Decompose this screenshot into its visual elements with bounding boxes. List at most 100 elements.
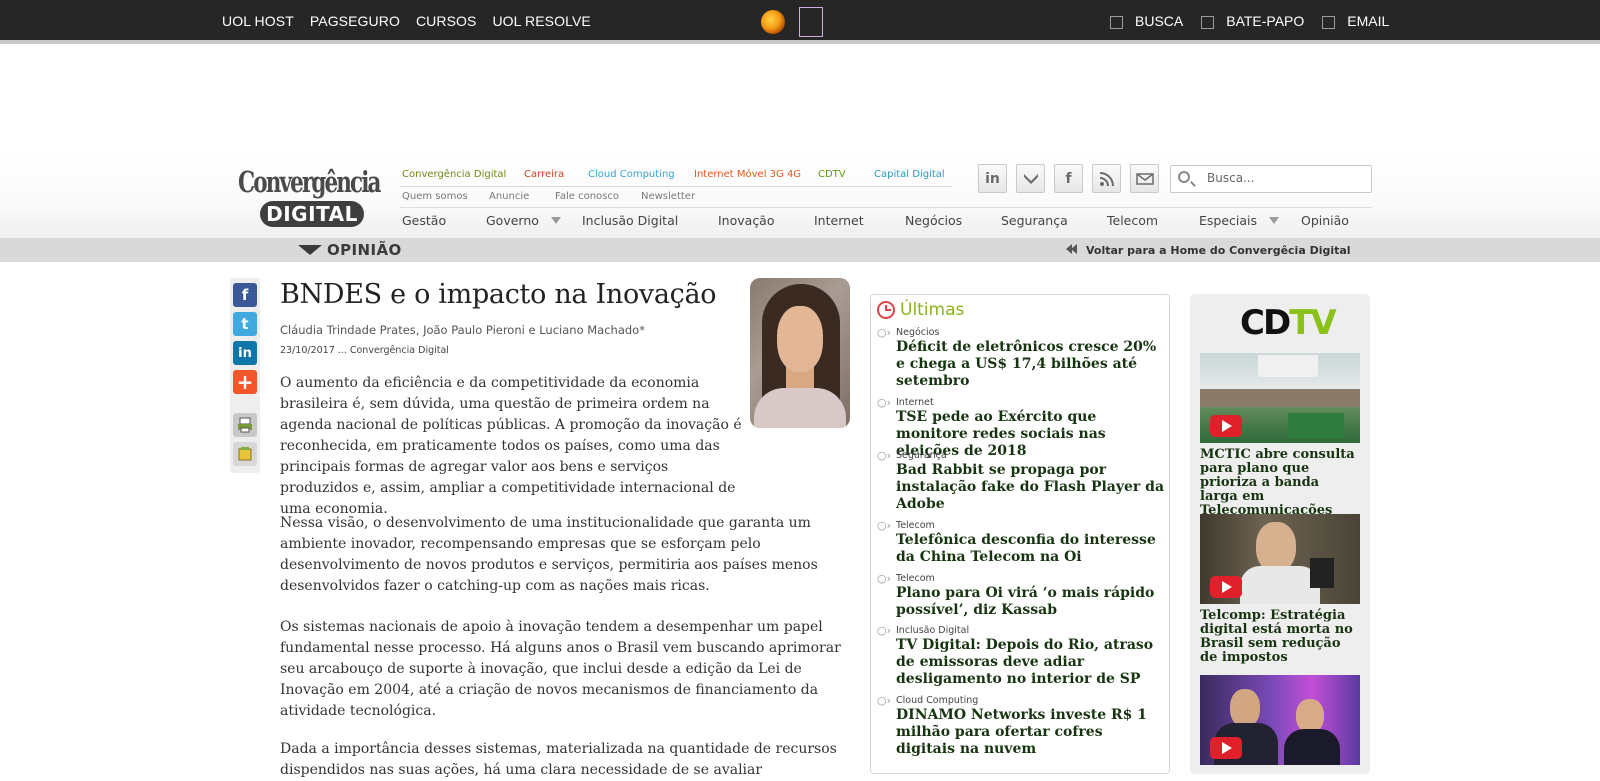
- play-icon[interactable]: [1210, 415, 1242, 437]
- article-paragraph-2: Nessa visão, o desenvolvimento de uma in…: [280, 515, 818, 594]
- site-link-3g4g[interactable]: Internet Móvel 3G 4G: [694, 169, 801, 180]
- more-share-icon[interactable]: +: [233, 370, 257, 394]
- thumb-screen: [1258, 355, 1318, 377]
- uol-resolve-link[interactable]: UOL RESOLVE: [492, 13, 590, 29]
- nav-inclusao-digital[interactable]: Inclusão Digital: [582, 213, 678, 228]
- uol-top-bar: UOL HOST PAGSEGURO CURSOS UOL RESOLVE BU…: [0, 0, 1600, 44]
- article-title: BNDES e o impacto na Inovação: [280, 279, 717, 310]
- news-headline-link[interactable]: Bad Rabbit se propaga por instalação fak…: [896, 462, 1166, 513]
- chat-icon: [1201, 16, 1215, 29]
- nav-gestao[interactable]: Gestão: [402, 213, 446, 228]
- thumb-face: [1256, 522, 1296, 572]
- linkedin-icon[interactable]: in: [978, 164, 1007, 193]
- email-link[interactable]: EMAIL: [1322, 13, 1389, 29]
- news-category: Telecom: [896, 520, 935, 531]
- back-home-link[interactable]: Voltar para a Home do Convergêcia Digita…: [1086, 244, 1351, 257]
- anuncie-link[interactable]: Anuncie: [489, 191, 529, 202]
- news-category: Telecom: [896, 573, 935, 584]
- email-icon[interactable]: [1130, 164, 1159, 193]
- cdtv-logo-cd: CD: [1240, 303, 1291, 343]
- news-category: Inclusão Digital: [896, 625, 970, 636]
- bullet-icon: ○›: [877, 449, 891, 462]
- news-headline-link[interactable]: Telefônica desconfia do interesse da Chi…: [896, 532, 1166, 566]
- bate-papo-link[interactable]: BATE-PAPO: [1201, 13, 1304, 29]
- twitter-share-icon[interactable]: t: [233, 312, 257, 336]
- ultimas-title: Últimas: [900, 300, 965, 320]
- print-icon[interactable]: [233, 413, 257, 437]
- video-thumbnail[interactable]: [1200, 675, 1360, 765]
- bate-papo-label: BATE-PAPO: [1226, 13, 1305, 29]
- thumb-face-2: [1296, 699, 1324, 733]
- uol-host-link[interactable]: UOL HOST: [222, 13, 294, 29]
- nav-telecom[interactable]: Telecom: [1107, 213, 1158, 228]
- thumb-mic: [1310, 558, 1334, 588]
- news-category: Segurança: [896, 450, 947, 461]
- video-caption-link[interactable]: MCTIC abre consulta para plano que prior…: [1200, 448, 1360, 518]
- cursos-link[interactable]: CURSOS: [416, 13, 477, 29]
- chevron-down-icon: [550, 217, 561, 224]
- search-magnifier-icon: [1178, 171, 1190, 183]
- nav-inovacao[interactable]: Inovação: [718, 213, 775, 228]
- bullet-icon: ○›: [877, 624, 891, 637]
- email-label: EMAIL: [1347, 13, 1390, 29]
- author-photo: [750, 278, 850, 428]
- news-headline-link[interactable]: TV Digital: Depois do Rio, atraso de emi…: [896, 637, 1166, 688]
- nav-divider: [400, 207, 1372, 208]
- search-box: [1170, 165, 1372, 193]
- article-meta: 23/10/2017 ... Convergência Digital: [280, 345, 449, 356]
- facebook-share-icon[interactable]: f: [233, 283, 257, 307]
- article-paragraph-1: O aumento da eficiência e da competitivi…: [280, 375, 742, 517]
- nav-especiais-label: Especiais: [1199, 213, 1258, 228]
- site-link-cloud[interactable]: Cloud Computing: [588, 169, 675, 180]
- uol-box-icon[interactable]: [799, 7, 823, 37]
- twitter-icon[interactable]: [1016, 164, 1045, 193]
- news-category: Cloud Computing: [896, 695, 979, 706]
- linkedin-share-icon[interactable]: in: [233, 341, 257, 365]
- nav-seguranca[interactable]: Segurança: [1001, 213, 1068, 228]
- mail-icon: [1322, 16, 1336, 29]
- bullet-icon: ○›: [877, 694, 891, 707]
- site-logo[interactable]: Convergência DIGITAL: [238, 165, 384, 230]
- divider: [400, 186, 952, 187]
- video-caption-link[interactable]: Telcomp: Estratégia digital está morta n…: [1200, 609, 1360, 665]
- chevron-down-icon: [1269, 217, 1280, 224]
- article-paragraph-4: Dada a importância desses sistemas, mate…: [280, 741, 837, 778]
- uol-logo-icon[interactable]: [761, 10, 785, 34]
- site-link-convergencia[interactable]: Convergência Digital: [402, 169, 506, 180]
- bullet-icon: ○›: [877, 396, 891, 409]
- play-icon[interactable]: [1210, 737, 1242, 759]
- play-icon[interactable]: [1210, 576, 1242, 598]
- thumb-shirt: [1240, 566, 1320, 604]
- video-thumbnail[interactable]: [1200, 353, 1360, 443]
- nav-opiniao[interactable]: Opinião: [1301, 213, 1349, 228]
- rewind-icon: [1066, 243, 1078, 255]
- bullet-icon: ○›: [877, 326, 891, 339]
- nav-internet[interactable]: Internet: [814, 213, 864, 228]
- fale-conosco-link[interactable]: Fale conosco: [555, 191, 619, 202]
- nav-governo-label: Governo: [486, 213, 539, 228]
- nav-especiais[interactable]: Especiais: [1199, 213, 1280, 228]
- save-note-icon[interactable]: [233, 442, 257, 466]
- quem-somos-link[interactable]: Quem somos: [402, 191, 468, 202]
- site-link-cdtv[interactable]: CDTV: [818, 169, 846, 180]
- newsletter-link[interactable]: Newsletter: [641, 191, 695, 202]
- article-authors: Cláudia Trindade Prates, João Paulo Pier…: [280, 323, 645, 337]
- news-headline-link[interactable]: DINAMO Networks investe R$ 1 milhão para…: [896, 707, 1166, 758]
- site-link-carreira[interactable]: Carreira: [524, 169, 564, 180]
- news-headline-link[interactable]: Déficit de eletrônicos cresce 20% e cheg…: [896, 339, 1166, 390]
- logo-badge: DIGITAL: [260, 201, 364, 227]
- busca-link[interactable]: BUSCA: [1110, 13, 1183, 29]
- triangle-down-icon: [298, 245, 322, 255]
- site-link-capital[interactable]: Capital Digital: [874, 169, 945, 180]
- nav-negocios[interactable]: Negócios: [905, 213, 962, 228]
- nav-governo[interactable]: Governo: [486, 213, 561, 228]
- logo-text: Convergência: [238, 165, 381, 199]
- cdtv-logo[interactable]: CDTV: [1240, 303, 1337, 343]
- search-input[interactable]: [1205, 170, 1365, 186]
- facebook-icon[interactable]: f: [1054, 164, 1083, 193]
- busca-label: BUSCA: [1135, 13, 1184, 29]
- rss-icon[interactable]: [1092, 164, 1121, 193]
- video-thumbnail[interactable]: [1200, 514, 1360, 604]
- news-headline-link[interactable]: Plano para Oi virá ‘o mais rápido possív…: [896, 585, 1166, 619]
- pagseguro-link[interactable]: PAGSEGURO: [310, 13, 400, 29]
